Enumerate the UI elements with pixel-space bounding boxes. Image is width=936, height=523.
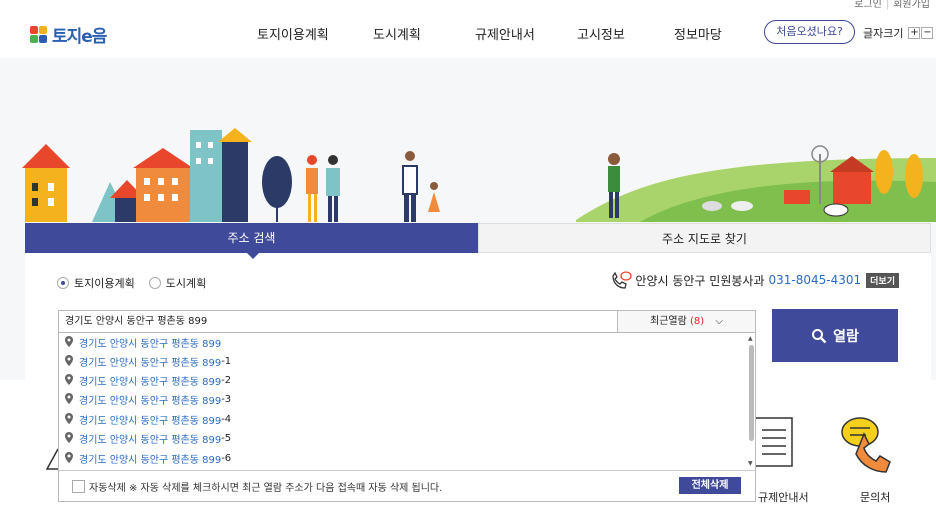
suggestion-suffix: -3 xyxy=(221,394,232,405)
suggestion-scrollbar[interactable]: ▲ ▼ xyxy=(747,333,756,469)
address-search-input[interactable]: 경기도 안양시 동안구 평촌동 899 xyxy=(58,310,618,333)
suggestion-address: 경기도 안양시 동안구 평촌동 899 xyxy=(79,377,222,388)
location-pin-icon xyxy=(65,354,73,369)
hero-illustration xyxy=(0,58,936,230)
active-tab-indicator xyxy=(247,253,259,259)
suggestion-footer: 자동삭제 ※ 자동 삭제를 체크하시면 최근 열람 주소가 다음 접속때 자동 … xyxy=(59,470,755,501)
open-button[interactable]: 열람 xyxy=(772,309,898,362)
signup-link[interactable]: 회원가입 xyxy=(893,0,930,10)
radio-land-use-plan[interactable] xyxy=(57,277,69,289)
logo-icon xyxy=(30,25,48,44)
suggestion-item[interactable]: 경기도 안양시 동안구 평촌동 899 -6 xyxy=(65,449,231,468)
suggestion-suffix: -2 xyxy=(221,375,232,386)
town-landscape-illustration xyxy=(22,128,936,222)
tab-find-by-map[interactable]: 주소 지도로 찾기 xyxy=(478,223,931,253)
suggestion-item[interactable]: 경기도 안양시 동안구 평촌동 899 xyxy=(65,333,221,352)
scrollbar-thumb[interactable] xyxy=(749,345,754,441)
open-button-label: 열람 xyxy=(833,328,859,345)
phone-chat-icon xyxy=(612,271,633,289)
font-size-control: 글자크기 + − xyxy=(863,25,934,41)
location-pin-icon xyxy=(65,431,73,446)
auto-delete-label: 자동삭제 ※ 자동 삭제를 체크하시면 최근 열람 주소가 다음 접속때 자동 … xyxy=(89,482,443,494)
plan-type-radio-group: 토지이용계획 도시계획 xyxy=(57,275,206,291)
chevron-down-icon: ⌵ xyxy=(715,316,723,327)
suggestion-suffix: -5 xyxy=(221,433,232,444)
login-link[interactable]: 로그인 xyxy=(854,0,882,10)
contact-phone[interactable]: 031-8045-4301 xyxy=(769,273,862,287)
first-visit-button[interactable]: 처음오셨나요? xyxy=(764,20,855,44)
suggestion-address: 경기도 안양시 동안구 평촌동 899 xyxy=(79,358,222,369)
suggestion-item[interactable]: 경기도 안양시 동안구 평촌동 899 -3 xyxy=(65,390,231,409)
nav-regulation-guide[interactable]: 규제안내서 xyxy=(475,24,535,43)
suggestion-suffix: -4 xyxy=(221,414,232,425)
nav-urban-plan[interactable]: 도시계획 xyxy=(373,24,421,43)
suggestion-address: 경기도 안양시 동안구 평촌동 899 xyxy=(79,455,222,466)
location-pin-icon xyxy=(65,373,73,388)
top-header: 로그인 | 회원가입 토지e음 토지이용계획 도시계획 규제안내서 고시정보 정보마… xyxy=(0,0,936,58)
tab-address-search[interactable]: 주소 검색 xyxy=(25,223,478,253)
logo-text: 토지e음 xyxy=(52,27,107,47)
suggestion-address: 경기도 안양시 동안구 평촌동 899 xyxy=(79,416,222,427)
suggestion-address: 경기도 안양시 동안구 평촌동 899 xyxy=(79,435,222,446)
scroll-up-icon[interactable]: ▲ xyxy=(748,335,753,342)
suggestion-address: 경기도 안양시 동안구 평촌동 899 xyxy=(79,396,222,407)
suggestion-suffix: -1 xyxy=(221,356,232,367)
nav-notice-info[interactable]: 고시정보 xyxy=(577,24,625,43)
suggestion-item[interactable]: 경기도 안양시 동안구 평촌동 899 -4 xyxy=(65,410,231,429)
search-icon xyxy=(812,328,827,343)
nav-land-use-plan[interactable]: 토지이용계획 xyxy=(257,24,329,43)
recent-views-label: 최근열람 xyxy=(650,316,687,327)
address-suggestion-list: 경기도 안양시 동안구 평촌동 899 경기도 안양시 동안구 평촌동 899-… xyxy=(58,333,756,502)
contact-office: 안양시 동안구 민원봉사과 xyxy=(635,273,765,288)
more-button[interactable]: 더보기 xyxy=(866,272,899,288)
regulation-guide-icon xyxy=(753,417,793,467)
radio-urban-plan[interactable] xyxy=(148,277,161,289)
suggestion-item[interactable]: 경기도 안양시 동안구 평촌동 899 -5 xyxy=(65,429,231,448)
suggestion-item[interactable]: 경기도 안양시 동안구 평촌동 899 -2 xyxy=(65,371,231,390)
location-pin-icon xyxy=(65,335,73,350)
utility-links: 로그인 | 회원가입 xyxy=(854,0,930,10)
quick-link-regulation-guide[interactable]: 규제안내서 xyxy=(758,489,809,505)
radio-label-land-use-plan: 토지이용계획 xyxy=(74,277,135,290)
site-logo[interactable]: 토지e음 xyxy=(30,22,107,47)
recent-views-count: (8) xyxy=(690,316,705,327)
location-pin-icon xyxy=(65,451,73,466)
location-pin-icon xyxy=(65,412,73,427)
location-pin-icon xyxy=(65,392,73,407)
nav-info-plaza[interactable]: 정보마당 xyxy=(674,24,722,43)
suggestion-item[interactable]: 경기도 안양시 동안구 평촌동 899 -1 xyxy=(65,352,231,371)
recent-views-dropdown[interactable]: 최근열람 (8) ⌵ xyxy=(617,310,756,333)
font-increase-button[interactable]: + xyxy=(908,27,921,39)
font-decrease-button[interactable]: − xyxy=(921,27,934,39)
quick-link-inquiry[interactable]: 문의처 xyxy=(860,489,890,505)
contact-info: 안양시 동안구 민원봉사과 031-8045-4301 더보기 xyxy=(610,270,899,290)
suggestion-address: 경기도 안양시 동안구 평촌동 899 xyxy=(79,339,222,350)
auto-delete-checkbox[interactable] xyxy=(72,479,85,493)
suggestion-suffix: -6 xyxy=(221,453,232,464)
delete-all-button[interactable]: 전체삭제 xyxy=(679,477,741,494)
font-size-label: 글자크기 xyxy=(863,27,904,40)
radio-label-urban-plan: 도시계획 xyxy=(165,277,207,290)
inquiry-phone-icon xyxy=(841,417,891,473)
scroll-down-icon[interactable]: ▼ xyxy=(748,460,753,467)
